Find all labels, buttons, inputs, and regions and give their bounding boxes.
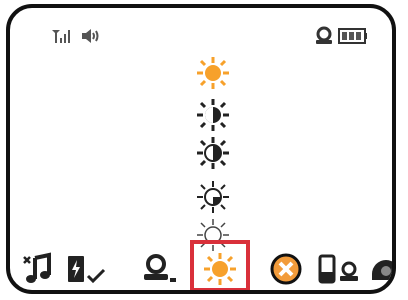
bottom-menu bbox=[18, 240, 392, 290]
volume-icon bbox=[80, 28, 100, 48]
menu-item-battery-charge[interactable] bbox=[64, 244, 110, 290]
menu-item-headset[interactable] bbox=[138, 244, 182, 290]
device-screen bbox=[6, 4, 396, 294]
sun-dark-icon bbox=[193, 98, 233, 132]
music-note-icon bbox=[21, 252, 55, 286]
menu-item-helmet[interactable] bbox=[370, 244, 392, 290]
menu-item-music[interactable] bbox=[18, 244, 58, 290]
status-bar-right bbox=[314, 26, 368, 50]
phone-headset-icon bbox=[318, 252, 362, 286]
selection-highlight bbox=[190, 240, 250, 290]
sun-half-icon bbox=[193, 136, 233, 170]
brightness-level-4[interactable] bbox=[193, 180, 233, 214]
menu-item-phone-headset[interactable] bbox=[316, 244, 364, 290]
status-bar-left bbox=[50, 28, 100, 48]
headset-icon bbox=[142, 252, 178, 286]
headset-status-icon bbox=[314, 26, 334, 50]
brightness-level-2[interactable] bbox=[193, 98, 233, 132]
helmet-icon bbox=[370, 252, 392, 286]
brightness-level-1[interactable] bbox=[193, 56, 233, 90]
sun-quarter-icon bbox=[193, 180, 233, 214]
signal-icon bbox=[50, 28, 72, 48]
cancel-circle-icon bbox=[269, 252, 303, 286]
battery-charged-icon bbox=[66, 252, 108, 286]
brightness-level-3[interactable] bbox=[193, 136, 233, 170]
battery-icon bbox=[338, 28, 368, 48]
sun-bright-icon bbox=[193, 56, 233, 90]
menu-item-cancel[interactable] bbox=[266, 244, 306, 290]
